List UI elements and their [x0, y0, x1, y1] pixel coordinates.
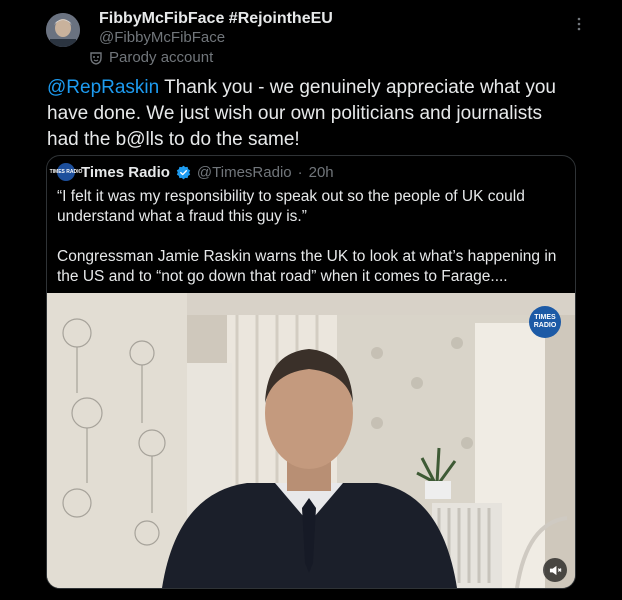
- parody-mask-icon: [90, 51, 102, 65]
- video-frame: [47, 293, 575, 588]
- author-avatar[interactable]: [46, 13, 80, 47]
- quoted-post-text: “I felt it was my responsibility to spea…: [57, 188, 557, 285]
- quoted-author-name[interactable]: Times Radio: [81, 164, 170, 181]
- quoted-post-header: TIMES RADIO Times Radio @TimesRadio · 20…: [50, 163, 334, 181]
- mention-link[interactable]: @RepRaskin: [47, 77, 159, 98]
- parody-label: Parody account: [89, 49, 213, 66]
- author-handle[interactable]: @FibbyMcFibFace: [99, 29, 225, 46]
- quoted-post[interactable]: TIMES RADIO Times Radio @TimesRadio · 20…: [46, 155, 576, 589]
- times-radio-badge: TIMES RADIO: [529, 306, 561, 338]
- times-radio-logo: TIMES RADIO: [50, 163, 82, 181]
- mute-button[interactable]: [543, 558, 567, 582]
- video-player[interactable]: TIMES RADIO: [47, 293, 575, 588]
- quoted-timestamp[interactable]: 20h: [309, 164, 334, 181]
- parody-label-text: Parody account: [109, 49, 214, 66]
- post-text: @RepRaskin Thank you - we genuinely appr…: [47, 75, 577, 153]
- quoted-separator: ·: [297, 163, 303, 181]
- avatar-image: [46, 13, 80, 47]
- more-icon[interactable]: [572, 17, 586, 33]
- quoted-author-handle[interactable]: @TimesRadio: [197, 164, 292, 181]
- author-display-name[interactable]: FibbyMcFibFace #RejointheEU: [99, 10, 333, 28]
- speaker-muted-icon: [549, 565, 562, 575]
- verified-badge-icon: [176, 165, 191, 179]
